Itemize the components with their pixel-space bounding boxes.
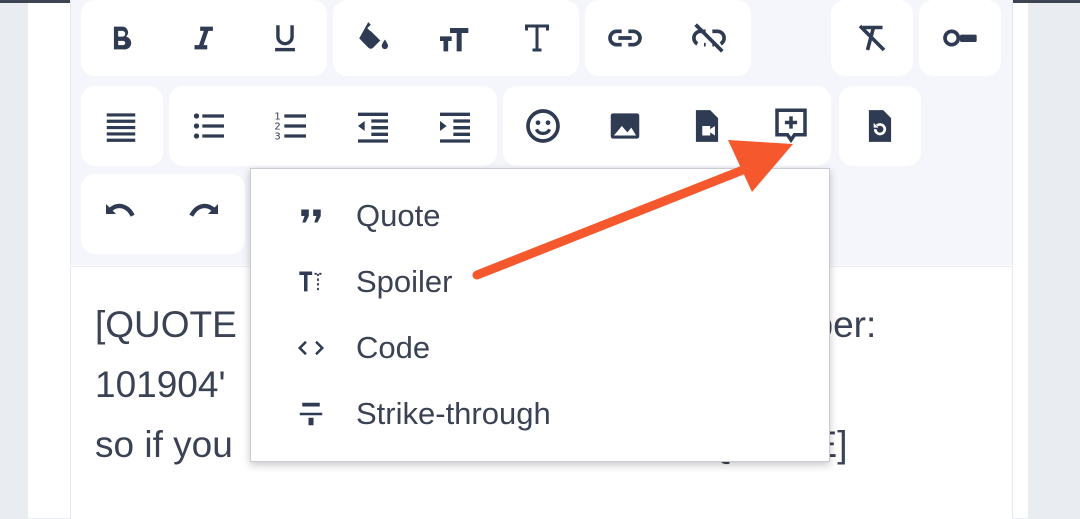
menu-item-label: Quote — [356, 198, 441, 233]
image-icon — [610, 113, 640, 139]
italic-button[interactable] — [171, 6, 235, 70]
underline-button[interactable] — [253, 6, 317, 70]
menu-item-code[interactable]: Code — [251, 318, 829, 378]
font-size-button[interactable] — [423, 6, 487, 70]
bold-icon — [113, 26, 132, 50]
outdent-button[interactable] — [341, 94, 405, 158]
code-icon — [293, 330, 329, 366]
underline-icon — [275, 25, 295, 52]
font-family-button[interactable] — [505, 6, 569, 70]
quote-icon — [293, 198, 329, 234]
insert-image-button[interactable] — [593, 94, 657, 158]
redo-button[interactable] — [171, 182, 235, 246]
spoiler-icon — [293, 264, 329, 300]
numbered-list-button[interactable]: 123 — [259, 94, 323, 158]
text-color-button[interactable] — [341, 6, 405, 70]
strikethrough-icon — [293, 396, 329, 432]
file-restore-icon — [868, 110, 892, 142]
svg-text:3: 3 — [274, 131, 280, 142]
indent-icon — [440, 112, 470, 143]
toggle-button[interactable] — [928, 6, 992, 70]
font-family-icon — [525, 24, 549, 52]
numbered-list-icon: 123 — [274, 111, 306, 142]
menu-item-spoiler[interactable]: Spoiler — [251, 252, 829, 312]
font-size-icon — [440, 28, 469, 52]
menu-item-label: Strike-through — [356, 396, 551, 431]
bullet-list-button[interactable] — [177, 94, 241, 158]
clear-formatting-button[interactable] — [840, 6, 904, 70]
redo-icon — [189, 203, 218, 217]
menu-item-quote[interactable]: Quote — [251, 186, 829, 246]
bullet-list-icon — [193, 113, 224, 139]
outdent-icon — [358, 112, 388, 143]
insert-link-button[interactable] — [593, 6, 657, 70]
align-button[interactable] — [89, 94, 153, 158]
menu-item-label: Spoiler — [356, 264, 453, 299]
insert-menu-button[interactable] — [759, 94, 823, 158]
unlink-icon — [692, 23, 726, 53]
toggle-icon — [943, 29, 977, 47]
insert-dropdown-menu: Quote Spoiler Code Strike-through — [250, 168, 830, 462]
menu-item-label: Code — [356, 330, 431, 365]
undo-button[interactable] — [89, 182, 153, 246]
paint-bucket-icon — [359, 22, 389, 50]
clear-formatting-icon — [858, 24, 886, 52]
indent-button[interactable] — [423, 94, 487, 158]
video-file-icon — [695, 110, 719, 142]
comment-plus-icon — [775, 108, 807, 144]
align-justify-icon — [106, 113, 136, 142]
drafts-button[interactable] — [848, 94, 912, 158]
smiley-icon — [526, 109, 560, 143]
italic-icon — [194, 26, 213, 50]
emoji-button[interactable] — [511, 94, 575, 158]
undo-icon — [106, 203, 135, 217]
insert-media-button[interactable] — [675, 94, 739, 158]
menu-item-strikethrough[interactable]: Strike-through — [251, 384, 829, 444]
link-icon — [608, 29, 642, 47]
bold-button[interactable] — [89, 6, 153, 70]
remove-link-button[interactable] — [677, 6, 741, 70]
